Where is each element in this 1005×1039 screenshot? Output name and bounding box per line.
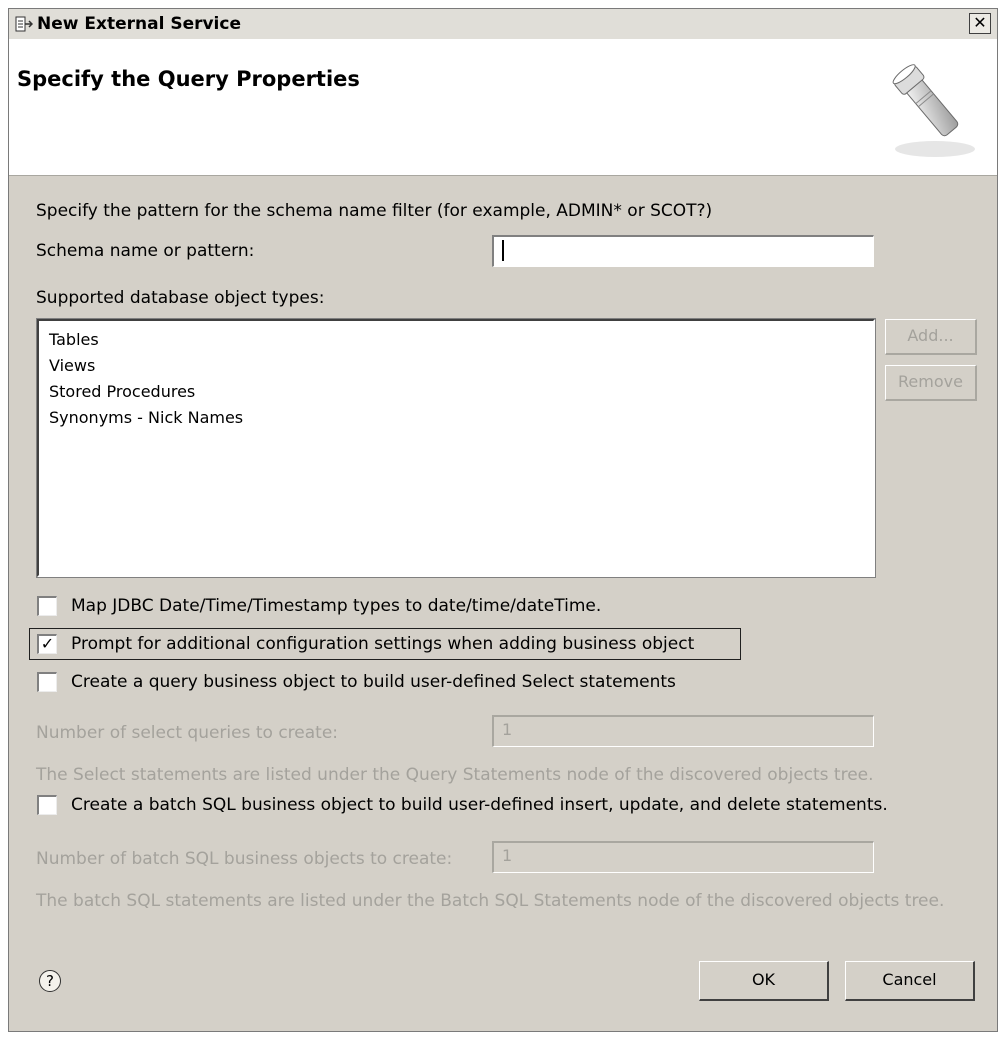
list-item[interactable]: Stored Procedures — [49, 379, 863, 405]
title-bar: New External Service ✕ — [9, 9, 997, 40]
close-button[interactable]: ✕ — [969, 13, 991, 34]
batch-option[interactable]: Create a batch SQL business object to bu… — [37, 795, 977, 819]
num-select-input[interactable]: 1 — [492, 715, 874, 747]
page-title: Specify the Query Properties — [17, 67, 360, 91]
flashlight-icon — [892, 64, 975, 157]
list-item[interactable]: Views — [49, 353, 863, 379]
remove-button[interactable]: Remove — [885, 365, 977, 401]
object-types-list[interactable]: Tables Views Stored Procedures Synonyms … — [36, 318, 876, 578]
prompt-option[interactable]: ✓ Prompt for additional configuration se… — [37, 634, 737, 658]
prompt-label: Prompt for additional configuration sett… — [71, 634, 695, 654]
schema-input[interactable] — [492, 235, 874, 267]
text-caret — [502, 240, 504, 261]
cancel-button[interactable]: Cancel — [845, 961, 975, 1001]
query-bo-option[interactable]: Create a query business object to build … — [37, 672, 737, 696]
add-button[interactable]: Add... — [885, 319, 977, 355]
checkmark-icon: ✓ — [40, 634, 55, 653]
dialog-window: New External Service ✕ Specify the Query… — [8, 8, 998, 1032]
map-jdbc-option[interactable]: Map JDBC Date/Time/Timestamp types to da… — [37, 596, 737, 620]
instruction-text: Specify the pattern for the schema name … — [36, 201, 713, 221]
schema-label: Schema name or pattern: — [36, 241, 255, 261]
batch-note: The batch SQL statements are listed unde… — [36, 891, 945, 911]
num-batch-label: Number of batch SQL business objects to … — [36, 849, 453, 869]
window-title: New External Service — [37, 14, 241, 34]
list-item[interactable]: Tables — [49, 327, 863, 353]
prompt-checkbox[interactable]: ✓ — [37, 634, 57, 654]
select-note: The Select statements are listed under t… — [36, 765, 874, 785]
map-jdbc-label: Map JDBC Date/Time/Timestamp types to da… — [71, 596, 602, 616]
batch-checkbox[interactable] — [37, 795, 57, 815]
help-icon[interactable]: ? — [39, 970, 61, 992]
wizard-icon — [15, 16, 33, 32]
wizard-header: Specify the Query Properties — [9, 39, 997, 176]
map-jdbc-checkbox[interactable] — [37, 596, 57, 616]
batch-label: Create a batch SQL business object to bu… — [71, 795, 888, 815]
ok-button[interactable]: OK — [699, 961, 829, 1001]
list-item[interactable]: Synonyms - Nick Names — [49, 405, 863, 431]
object-types-label: Supported database object types: — [36, 288, 325, 308]
num-batch-input[interactable]: 1 — [492, 841, 874, 873]
query-bo-checkbox[interactable] — [37, 672, 57, 692]
query-bo-label: Create a query business object to build … — [71, 672, 676, 692]
num-select-label: Number of select queries to create: — [36, 723, 339, 743]
